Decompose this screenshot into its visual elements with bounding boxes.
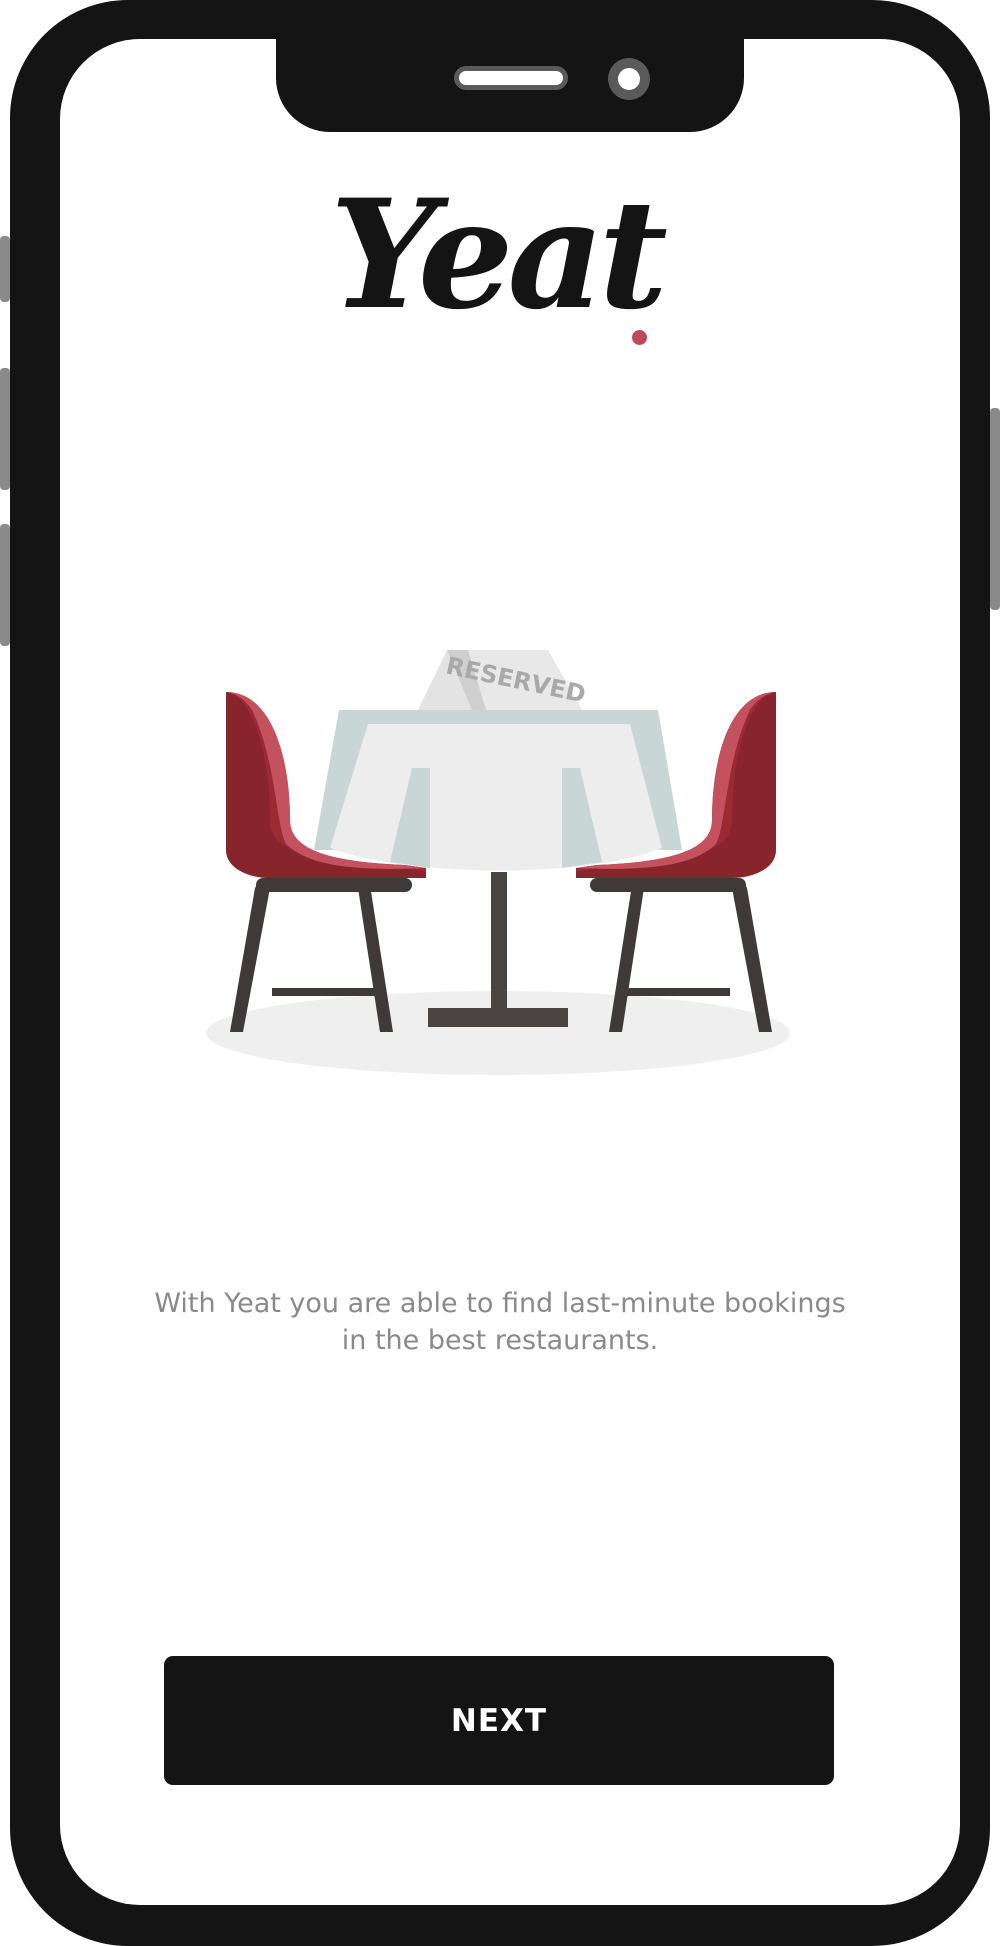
brand-dot [632,330,647,345]
next-button[interactable]: NEXT [164,1656,834,1785]
speaker-icon [454,66,568,90]
volume-down-button [0,524,10,646]
brand-name: Yeat [330,167,668,343]
brand-logo: Yeat [330,180,670,410]
reserved-sign: RESERVED [418,650,588,710]
side-button [0,236,10,302]
power-button [990,408,1000,610]
volume-up-button [0,368,10,490]
reserved-table-illustration: RESERVED [206,650,790,1075]
camera-icon [608,58,650,100]
onboarding-description: With Yeat you are able to find last-minu… [154,1288,846,1356]
